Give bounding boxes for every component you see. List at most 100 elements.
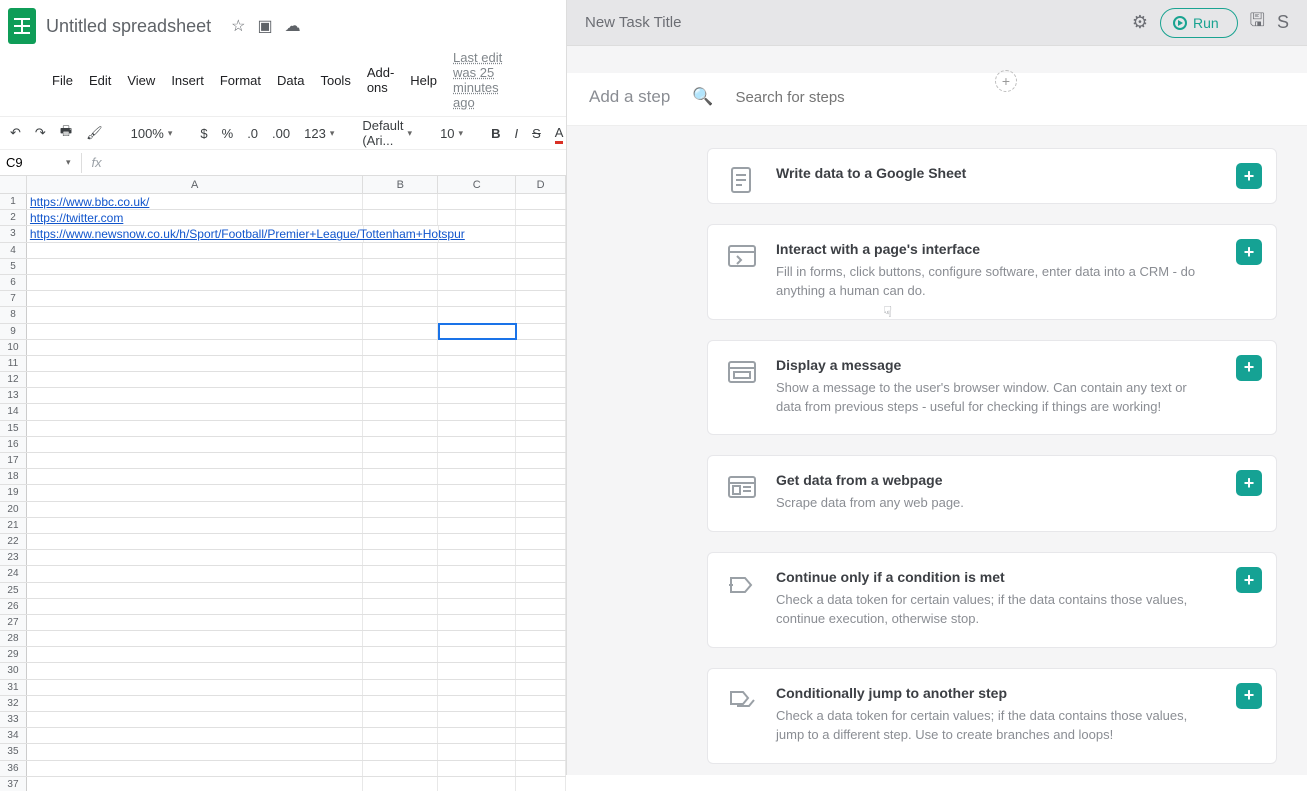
- cell[interactable]: [27, 324, 363, 339]
- menu-insert[interactable]: Insert: [171, 73, 204, 88]
- cell[interactable]: [363, 566, 438, 581]
- row-header[interactable]: 17: [0, 453, 27, 468]
- cell[interactable]: [27, 259, 363, 274]
- cell[interactable]: [516, 761, 566, 776]
- cell[interactable]: [516, 777, 566, 791]
- row-header[interactable]: 25: [0, 583, 27, 598]
- cell[interactable]: [438, 243, 516, 258]
- bold-button[interactable]: B: [491, 126, 500, 141]
- row-header[interactable]: 30: [0, 663, 27, 678]
- cell[interactable]: [516, 566, 566, 581]
- row-header[interactable]: 5: [0, 259, 27, 274]
- row-header[interactable]: 34: [0, 728, 27, 743]
- add-step-button[interactable]: +: [1236, 163, 1262, 189]
- cell[interactable]: [438, 744, 516, 759]
- cell[interactable]: [516, 744, 566, 759]
- cell[interactable]: [516, 615, 566, 630]
- cell[interactable]: [363, 243, 438, 258]
- move-icon[interactable]: ▣: [257, 16, 272, 36]
- more-formats-button[interactable]: 123▾: [304, 126, 334, 141]
- cell[interactable]: [27, 761, 363, 776]
- cell[interactable]: [363, 275, 438, 290]
- cell[interactable]: [27, 291, 363, 306]
- col-header-b[interactable]: B: [363, 176, 438, 193]
- cell[interactable]: [363, 194, 438, 209]
- cell-link[interactable]: https://twitter.com: [30, 211, 123, 225]
- cell[interactable]: [363, 259, 438, 274]
- cell[interactable]: [516, 356, 566, 371]
- cell[interactable]: [27, 518, 363, 533]
- row-header[interactable]: 7: [0, 291, 27, 306]
- cell[interactable]: [516, 453, 566, 468]
- cell[interactable]: [364, 226, 439, 241]
- strikethrough-button[interactable]: S: [532, 126, 541, 141]
- row-header[interactable]: 8: [0, 307, 27, 322]
- cell[interactable]: [438, 518, 516, 533]
- cell[interactable]: [438, 291, 516, 306]
- decimal-decrease-button[interactable]: .0: [247, 126, 258, 141]
- row-header[interactable]: 36: [0, 761, 27, 776]
- cell[interactable]: [27, 631, 363, 646]
- cell[interactable]: [438, 259, 516, 274]
- cell[interactable]: [516, 243, 566, 258]
- cell[interactable]: [439, 226, 517, 241]
- cell[interactable]: [363, 680, 438, 695]
- cell[interactable]: [363, 356, 438, 371]
- cell[interactable]: [363, 712, 438, 727]
- row-header[interactable]: 26: [0, 599, 27, 614]
- cell[interactable]: [363, 210, 438, 225]
- paint-format-icon[interactable]: 🖌: [86, 125, 103, 141]
- cell[interactable]: [27, 712, 363, 727]
- cell[interactable]: [438, 599, 516, 614]
- cell[interactable]: [27, 777, 363, 791]
- cell[interactable]: [516, 696, 566, 711]
- add-step-button[interactable]: +: [1236, 239, 1262, 265]
- row-header[interactable]: 19: [0, 485, 27, 500]
- step-card[interactable]: Interact with a page's interfaceFill in …: [707, 224, 1277, 320]
- step-card[interactable]: Write data to a Google Sheet+: [707, 148, 1277, 204]
- cell[interactable]: [27, 437, 363, 452]
- cell[interactable]: [516, 599, 566, 614]
- cell[interactable]: [27, 453, 363, 468]
- search-icon[interactable]: 🔍: [692, 87, 713, 107]
- menu-edit[interactable]: Edit: [89, 73, 111, 88]
- cell[interactable]: [438, 550, 516, 565]
- run-button[interactable]: Run: [1160, 8, 1238, 38]
- cell[interactable]: [438, 615, 516, 630]
- cell[interactable]: [27, 421, 363, 436]
- cell[interactable]: [438, 502, 516, 517]
- row-header[interactable]: 27: [0, 615, 27, 630]
- step-card[interactable]: Conditionally jump to another stepCheck …: [707, 668, 1277, 764]
- cell[interactable]: [363, 291, 438, 306]
- cell[interactable]: [516, 485, 566, 500]
- cell[interactable]: [27, 372, 363, 387]
- row-header[interactable]: 13: [0, 388, 27, 403]
- cell[interactable]: [363, 404, 438, 419]
- cell[interactable]: [516, 291, 566, 306]
- document-title[interactable]: Untitled spreadsheet: [46, 16, 211, 37]
- cell[interactable]: [27, 388, 363, 403]
- cell[interactable]: [363, 372, 438, 387]
- cell[interactable]: [438, 437, 516, 452]
- name-box[interactable]: [6, 155, 56, 170]
- row-header[interactable]: 3: [0, 226, 27, 241]
- cell[interactable]: [27, 469, 363, 484]
- cell[interactable]: [363, 534, 438, 549]
- row-header[interactable]: 14: [0, 404, 27, 419]
- row-header[interactable]: 21: [0, 518, 27, 533]
- cell[interactable]: [27, 404, 363, 419]
- cell[interactable]: [516, 324, 566, 339]
- cell[interactable]: [438, 340, 516, 355]
- cell[interactable]: [363, 631, 438, 646]
- cell[interactable]: [363, 599, 438, 614]
- row-header[interactable]: 10: [0, 340, 27, 355]
- cell[interactable]: [516, 226, 566, 241]
- cell[interactable]: [363, 502, 438, 517]
- cell[interactable]: [363, 485, 438, 500]
- menu-tools[interactable]: Tools: [320, 73, 350, 88]
- step-card[interactable]: Get data from a webpageScrape data from …: [707, 455, 1277, 532]
- col-header-d[interactable]: D: [516, 176, 566, 193]
- step-card[interactable]: Continue only if a condition is metCheck…: [707, 552, 1277, 648]
- cell[interactable]: [516, 340, 566, 355]
- menu-data[interactable]: Data: [277, 73, 304, 88]
